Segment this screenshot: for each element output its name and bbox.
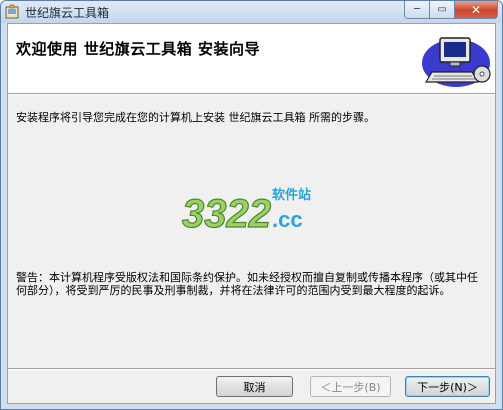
- next-button[interactable]: 下一步(N)＞: [405, 376, 490, 397]
- close-icon: ✕: [470, 2, 482, 17]
- installer-window: 世纪旗云工具箱 ─ ▭ ✕ 欢迎使用 世纪旗云工具箱 安装向导 安装程序将引导您…: [0, 0, 503, 410]
- wizard-header: 欢迎使用 世纪旗云工具箱 安装向导: [8, 24, 495, 93]
- computer-setup-icon: [422, 37, 491, 87]
- copyright-warning: 警告：本计算机程序受版权法和国际条约保护。如未经授权而擅自复制或传播本程序（或其…: [16, 271, 478, 297]
- title-bar[interactable]: 世纪旗云工具箱 ─ ▭ ✕: [1, 1, 502, 23]
- page-title: 欢迎使用 世纪旗云工具箱 安装向导: [16, 40, 260, 58]
- maximize-icon: ▭: [437, 4, 447, 15]
- wizard-footer: 取消 ＜上一步(B) 下一步(N)＞: [8, 370, 495, 403]
- wizard-body: 安装程序将引导您完成在您的计算机上安装 世纪旗云工具箱 所需的步骤。 3322 …: [8, 95, 495, 368]
- window-controls: ─ ▭ ✕: [404, 1, 498, 19]
- watermark-tag: 软件站: [272, 187, 311, 203]
- minimize-button[interactable]: ─: [404, 1, 430, 19]
- maximize-button[interactable]: ▭: [430, 1, 455, 19]
- close-button[interactable]: ✕: [455, 1, 498, 19]
- wizard-client-area: 欢迎使用 世纪旗云工具箱 安装向导 安装程序将引导您完成在您的计算机上安装 世纪…: [7, 23, 496, 404]
- installer-app-icon: [5, 4, 19, 19]
- watermark-digits: 3322: [182, 192, 271, 236]
- watermark-logo: 3322 .cc 软件站: [181, 187, 311, 237]
- window-title: 世纪旗云工具箱: [25, 6, 110, 20]
- cancel-button[interactable]: 取消: [216, 376, 293, 397]
- minimize-icon: ─: [413, 4, 421, 15]
- watermark-suffix: .cc: [272, 207, 303, 232]
- back-button[interactable]: ＜上一步(B): [310, 376, 391, 397]
- intro-text: 安装程序将引导您完成在您的计算机上安装 世纪旗云工具箱 所需的步骤。: [16, 111, 375, 124]
